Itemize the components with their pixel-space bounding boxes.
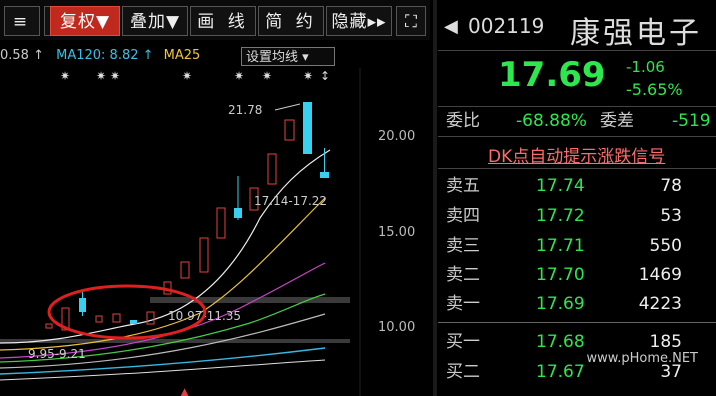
- ask-price: 17.69: [536, 294, 585, 314]
- star-marker: ✷: [234, 69, 244, 83]
- star-marker: ✷: [262, 69, 272, 83]
- stock-name: 康强电子: [570, 16, 702, 51]
- weibi-label: 委比: [446, 111, 480, 131]
- ask-label: 卖三: [446, 236, 480, 256]
- ask-label: 卖一: [446, 294, 480, 314]
- order-ratio-row: 委比 -68.88% 委差 -519: [438, 108, 716, 134]
- ask-volume: 1469: [638, 265, 682, 285]
- star-marker: ✷: [96, 69, 106, 83]
- price-change: -1.06: [626, 58, 665, 76]
- ma-value-a: 0.58 ↑: [0, 48, 44, 63]
- ask-price: 17.72: [536, 206, 585, 226]
- set-ma-button[interactable]: 设置均线 ▾: [241, 47, 335, 66]
- candle: [303, 102, 312, 154]
- candlestick-chart[interactable]: ✷ ✷ ✷ ✷ ✷ ✷ ✷ ↕ 20.00 15.00 10.00 21.78 …: [0, 68, 430, 396]
- ask-row: 卖二 17.70 1469: [438, 263, 716, 287]
- ask-volume: 78: [660, 176, 682, 196]
- ask-volume: 4223: [638, 294, 682, 314]
- ask-volume: 53: [660, 206, 682, 226]
- ask-row: 卖三 17.71 550: [438, 234, 716, 258]
- ask-label: 卖四: [446, 206, 480, 226]
- hide-button[interactable]: 隐藏▸▸: [326, 6, 392, 36]
- candle: [267, 153, 277, 185]
- high-price-label: 21.78: [228, 103, 262, 117]
- star-marker: ✷: [110, 69, 120, 83]
- ask-row: 卖五 17.74 78: [438, 174, 716, 198]
- weicha-value: -519: [672, 111, 711, 131]
- candle: [180, 261, 190, 279]
- ask-label: 卖五: [446, 176, 480, 196]
- candle: [216, 207, 226, 239]
- ask-label: 卖二: [446, 265, 480, 285]
- menu-button[interactable]: ≡: [4, 6, 40, 36]
- candle: [199, 237, 209, 273]
- ask-price: 17.71: [536, 236, 585, 256]
- signal-stars: ✷ ✷ ✷ ✷ ✷ ✷ ✷ ↕: [60, 69, 330, 83]
- ask-row: 卖一 17.69 4223: [438, 292, 716, 316]
- reference-band: [150, 297, 350, 303]
- ma-indicator-bar: 0.58 ↑ MA120: 8.82 ↑ MA25: [0, 46, 200, 66]
- candle: [146, 311, 155, 325]
- bid-price: 17.68: [536, 332, 585, 352]
- candle: [45, 323, 53, 329]
- weicha-label: 委差: [600, 111, 634, 131]
- chart-toolbar: ≡ — 复权▼ 叠加▼ 画 线 简 约 隐藏▸▸ ⛶: [0, 0, 430, 40]
- ma-line-light: [0, 359, 326, 381]
- star-marker: ✷: [303, 69, 313, 83]
- candle: [95, 315, 103, 323]
- quote-panel: ◀ 002119 康强电子 17.69 -1.06 -5.65% 委比 -68.…: [438, 0, 716, 396]
- y-tick: 15.00: [378, 225, 415, 240]
- last-price: 17.69: [498, 55, 606, 95]
- price-change-pct: -5.65%: [626, 80, 683, 99]
- candle: [112, 313, 121, 323]
- bid-label: 买二: [446, 362, 480, 382]
- candle: [284, 119, 295, 141]
- ask-price: 17.70: [536, 265, 585, 285]
- bottom-marker: ▲: [180, 385, 190, 396]
- candle: [130, 320, 137, 324]
- bid-label: 买一: [446, 332, 480, 352]
- weibi-value: -68.88%: [516, 111, 587, 131]
- y-tick: 20.00: [378, 129, 415, 144]
- prev-stock-icon[interactable]: ◀: [444, 16, 458, 37]
- y-tick: 10.00: [378, 320, 415, 335]
- ask-price: 17.74: [536, 176, 585, 196]
- star-marker: ↕: [320, 69, 330, 83]
- star-marker: ✷: [182, 69, 192, 83]
- stock-code: 002119: [468, 14, 545, 38]
- draw-line-button[interactable]: 画 线: [190, 6, 256, 36]
- overlay-dropdown[interactable]: 叠加▼: [122, 6, 188, 36]
- bid-price: 17.67: [536, 362, 585, 382]
- ma250-value: MA25: [163, 48, 201, 63]
- ma120-value: MA120: 8.82 ↑: [56, 48, 154, 63]
- simple-mode-button[interactable]: 简 约: [258, 6, 324, 36]
- range-label: 17.14-17.22: [254, 194, 327, 208]
- star-marker: ✷: [60, 69, 70, 83]
- panel-divider[interactable]: [433, 0, 437, 396]
- ask-row: 卖四 17.72 53: [438, 204, 716, 228]
- fullscreen-icon[interactable]: ⛶: [396, 6, 426, 36]
- dk-signal-link[interactable]: DK点自动提示涨跌信号: [488, 142, 665, 167]
- watermark: www.pHome.NET: [586, 351, 699, 366]
- range-label: 9.95-9.21: [28, 347, 86, 361]
- restore-rights-dropdown[interactable]: 复权▼: [50, 6, 120, 36]
- ask-volume: 550: [649, 236, 682, 256]
